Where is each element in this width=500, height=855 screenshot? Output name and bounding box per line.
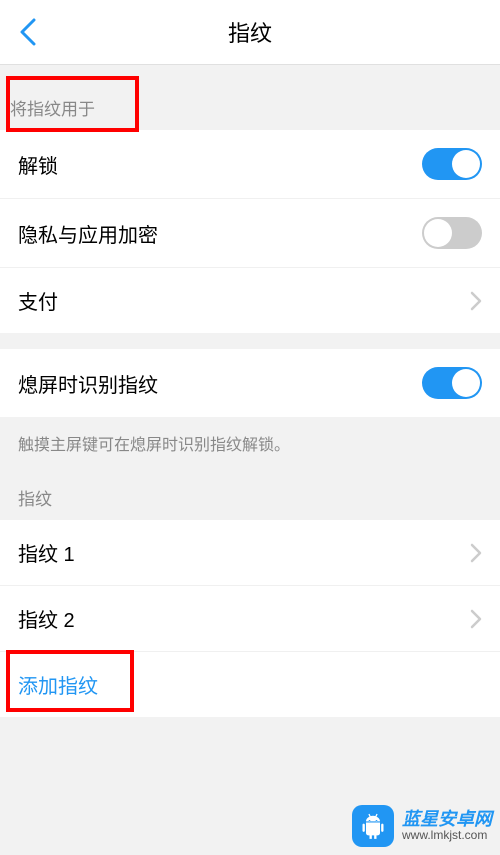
back-icon — [20, 18, 36, 46]
section-gap — [0, 333, 500, 349]
chevron-right-icon — [470, 543, 482, 563]
row-privacy-label: 隐私与应用加密 — [18, 219, 158, 248]
switch-knob — [452, 369, 480, 397]
row-payment-label: 支付 — [18, 286, 58, 315]
switch-knob — [424, 219, 452, 247]
watermark-brand: 蓝星安卓网 — [402, 810, 492, 830]
screen-off-group: 熄屏时识别指纹 — [0, 349, 500, 417]
section-header-use: 将指纹用于 — [0, 65, 500, 130]
row-unlock[interactable]: 解锁 — [0, 130, 500, 199]
row-privacy-encryption[interactable]: 隐私与应用加密 — [0, 199, 500, 268]
row-fingerprint-1[interactable]: 指纹 1 — [0, 520, 500, 586]
back-button[interactable] — [20, 18, 36, 46]
row-add-fingerprint[interactable]: 添加指纹 — [0, 652, 500, 717]
row-unlock-label: 解锁 — [18, 150, 58, 179]
use-fingerprint-group: 解锁 隐私与应用加密 支付 — [0, 130, 500, 333]
switch-privacy[interactable] — [422, 217, 482, 249]
switch-knob — [452, 150, 480, 178]
screen-off-description: 触摸主屏键可在熄屏时识别指纹解锁。 — [0, 417, 500, 455]
row-screen-off-recognition[interactable]: 熄屏时识别指纹 — [0, 349, 500, 417]
row-fingerprint-1-label: 指纹 1 — [18, 538, 75, 567]
switch-unlock[interactable] — [422, 148, 482, 180]
row-fingerprint-2-label: 指纹 2 — [18, 604, 75, 633]
watermark-android-icon — [352, 805, 394, 847]
watermark: 蓝星安卓网 www.lmkjst.com — [352, 805, 492, 847]
section-header-fingerprints: 指纹 — [0, 455, 500, 520]
row-screen-off-label: 熄屏时识别指纹 — [18, 369, 158, 398]
row-payment[interactable]: 支付 — [0, 268, 500, 333]
switch-screen-off[interactable] — [422, 367, 482, 399]
add-fingerprint-label: 添加指纹 — [18, 670, 98, 699]
row-fingerprint-2[interactable]: 指纹 2 — [0, 586, 500, 652]
watermark-text: 蓝星安卓网 www.lmkjst.com — [402, 810, 492, 843]
chevron-right-icon — [470, 609, 482, 629]
chevron-right-icon — [470, 291, 482, 311]
watermark-url: www.lmkjst.com — [402, 829, 492, 842]
page-title: 指纹 — [228, 16, 272, 48]
settings-header: 指纹 — [0, 0, 500, 65]
fingerprints-group: 指纹 1 指纹 2 添加指纹 — [0, 520, 500, 717]
